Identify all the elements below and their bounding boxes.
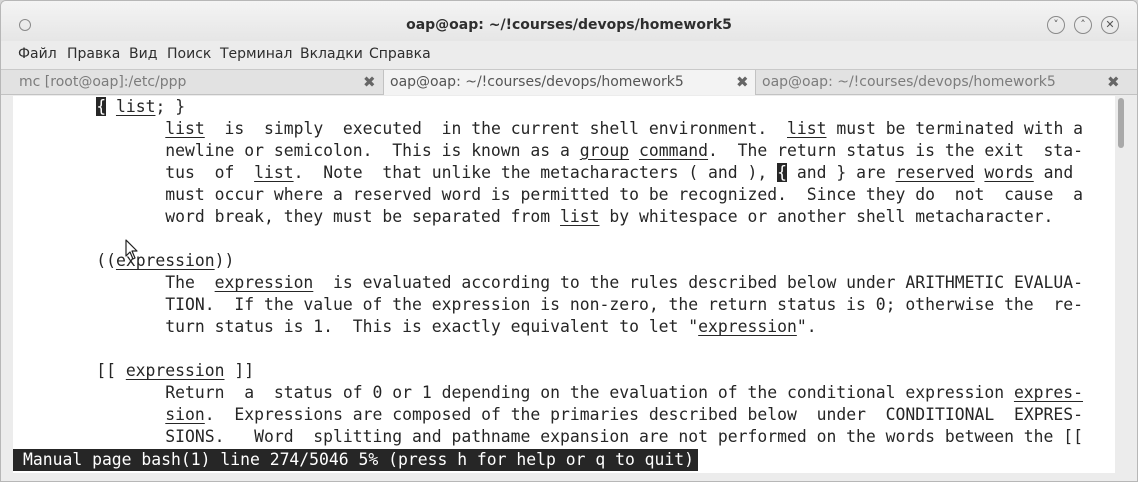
man-text [975,163,985,182]
man-underlined-term: list [115,97,156,116]
man-text: SIONS. Word splitting and pathname expan… [37,427,1084,446]
man-underlined-term: sion [165,405,205,424]
tab-label: oap@oap: ~/!courses/devops/homework5 [762,74,1056,90]
menu-help[interactable]: Справка [369,46,431,62]
tab-mc[interactable]: mc [root@oap]:/etc/ppp ✖ [13,70,384,95]
man-underlined-term: words [984,163,1034,182]
man-text: by whitespace or another shell metachara… [599,207,1054,226]
man-text: [[ [37,361,126,380]
man-text: ; } [155,97,186,116]
man-text: must be terminated with a [826,119,1084,138]
tab-bar: mc [root@oap]:/etc/ppp ✖ oap@oap: ~/!cou… [1,69,1137,95]
man-underlined-term: list [560,207,600,226]
man-underlined-term: list [165,119,205,138]
terminal-line: must occur where a reserved word is perm… [37,184,1083,206]
man-text: Return a status of 0 or 1 depending on t… [37,383,1014,402]
tab-close-icon[interactable]: ✖ [736,73,749,91]
terminal-output[interactable]: SIONS. Word splitting and pathname expan… [13,96,1115,473]
man-text [37,97,96,116]
man-text [37,405,165,424]
man-text: word break, they must be separated from [37,207,561,226]
tab-homework5[interactable]: oap@oap: ~/!courses/devops/homework5 ✖ [756,70,1127,95]
terminal-line: turn status is 1. This is exactly equiva… [37,316,817,338]
terminal-line: The expression is evaluated according to… [37,272,1083,294]
mouse-pointer-icon [125,239,138,260]
tab-label: mc [root@oap]:/etc/ppp [19,74,187,90]
tab-homework5-active[interactable]: oap@oap: ~/!courses/devops/homework5 ✖ [384,70,756,95]
maximize-button[interactable]: ˄ [1074,16,1092,34]
cursor-highlight: { [96,97,107,116]
man-underlined-term: list [787,119,827,138]
menu-file[interactable]: Файл [18,46,57,62]
man-text: is evaluated according to the rules desc… [313,273,1084,292]
terminal-line: [[ expression ]] [37,360,254,382]
terminal-line: word break, they must be separated from … [37,206,1053,228]
man-text: tus of [37,163,255,182]
terminal-line: sion. Expressions are composed of the pr… [37,404,1083,426]
terminal-line: list is simply executed in the current s… [37,118,1083,140]
man-text: ". [796,317,817,336]
man-text: . The return status is the exit sta- [708,141,1084,160]
man-underlined-term: expression [214,273,314,292]
scrollbar[interactable] [1115,96,1127,473]
menu-edit[interactable]: Правка [67,46,120,62]
man-underlined-term: expression [125,361,225,380]
window-title: oap@oap: ~/!courses/devops/homework5 [406,17,732,33]
man-underlined-term: list [254,163,294,182]
man-underlined-term: command [638,141,709,160]
man-text: . Note that unlike the metacharacters ( … [293,163,778,182]
man-text [37,119,165,138]
terminal-line: TION. If the value of the expression is … [37,294,1083,316]
terminal-line: { list; } [37,96,185,118]
man-text: )) [214,251,235,270]
man-text: must occur where a reserved word is perm… [37,185,1084,204]
terminal-line: SIONS. Word splitting and pathname expan… [37,426,1083,448]
man-underlined-term: group [579,141,630,160]
tab-close-icon[interactable]: ✖ [363,73,376,91]
terminal-line: tus of list. Note that unlike the metach… [37,162,1073,184]
menu-search[interactable]: Поиск [167,46,211,62]
menu-bar: Файл Правка Вид Поиск Терминал Вкладки С… [1,43,1137,67]
man-text: is simply executed in the current shell … [204,119,787,138]
man-text: newline or semicolon. This is known as a [37,141,580,160]
menu-view[interactable]: Вид [129,46,157,62]
close-button[interactable]: ✕ [1101,16,1119,34]
pager-status-bar: Manual page bash(1) line 274/5046 5% (pr… [13,449,699,471]
man-underlined-term: expression [698,317,797,336]
terminal-line: Return a status of 0 or 1 depending on t… [37,382,1083,404]
man-text: (( [37,251,116,270]
man-text: and [1033,163,1074,182]
menu-tabs[interactable]: Вкладки [300,46,363,62]
scrollbar-thumb[interactable] [1118,98,1124,148]
man-text [629,141,639,160]
man-text: TION. If the value of the expression is … [37,295,1084,314]
man-text: The [37,273,215,292]
minimize-button[interactable]: ˅ [1047,16,1065,34]
title-bar[interactable]: oap@oap: ~/!courses/devops/homework5 ˅ ˄… [1,1,1137,41]
man-text: turn status is 1. This is exactly equiva… [37,317,699,336]
tab-close-icon[interactable]: ✖ [1107,73,1120,91]
man-underlined-term: expres- [1013,383,1084,402]
cursor-highlight: { [777,163,788,182]
man-text [106,97,116,116]
terminal-window: oap@oap: ~/!courses/devops/homework5 ˅ ˄… [0,0,1138,482]
man-text: ]] [224,361,255,380]
man-underlined-term: reserved [895,163,975,182]
man-text: . Expressions are composed of the primar… [204,405,1084,424]
man-text: and } are [787,163,896,182]
terminal-line: newline or semicolon. This is known as a… [37,140,1083,162]
tab-label: oap@oap: ~/!courses/devops/homework5 [390,74,684,90]
menu-terminal[interactable]: Терминал [220,46,292,62]
